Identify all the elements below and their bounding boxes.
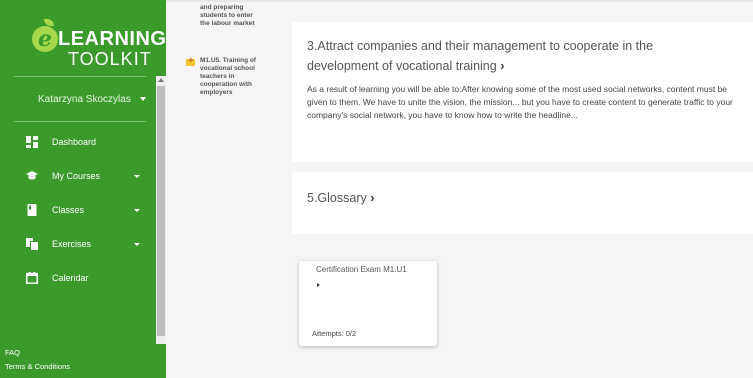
section-title[interactable]: 5.Glossary ›	[307, 188, 374, 208]
dashboard-icon	[26, 136, 38, 148]
graduation-cap-icon	[26, 171, 38, 180]
exam-title[interactable]: Certification Exam M1.U1	[316, 265, 407, 274]
scroll-up-arrow-icon[interactable]	[158, 78, 164, 82]
book-icon	[27, 204, 37, 216]
exam-card[interactable]: Certification Exam M1.U1 Attempts: 0/2	[299, 261, 437, 346]
section-card: 5.Glossary ›	[292, 172, 753, 234]
sidebar-item-my-courses[interactable]: My Courses	[0, 163, 156, 191]
sidebar-item-label: Calendar	[52, 273, 89, 283]
sidebar-divider	[14, 76, 146, 77]
chevron-right-icon[interactable]: ›	[370, 191, 374, 205]
logo-learning-text: LEARNING	[58, 28, 167, 50]
sidebar-item-classes[interactable]: Classes	[0, 197, 156, 225]
terms-link[interactable]: Terms & Conditions	[5, 362, 70, 371]
chevron-down-icon	[134, 175, 140, 178]
sidebar-item-label: Dashboard	[52, 137, 97, 147]
sidebar-divider	[14, 121, 146, 122]
e-logo-icon: e	[32, 26, 58, 52]
add-folder-icon[interactable]	[186, 56, 195, 66]
calendar-icon	[26, 272, 38, 284]
sidebar-item-dashboard[interactable]: Dashboard	[0, 129, 156, 157]
sidebar: e LEARNING TOOLKIT Katarzyna Skoczylas D…	[0, 0, 166, 378]
leaf-icon	[44, 19, 54, 26]
caret-right-icon[interactable]	[317, 283, 320, 287]
chevron-down-icon	[139, 97, 146, 102]
section-description: As a result of learning you will be able…	[307, 84, 733, 120]
chevron-right-icon[interactable]: ›	[500, 59, 504, 73]
faq-link[interactable]: FAQ	[5, 348, 20, 357]
copy-icon	[26, 238, 38, 250]
section-card: 3.Attract companies and their management…	[292, 22, 753, 162]
toc-item-m1-u5[interactable]: M1.U5. Training of vocational school tea…	[200, 57, 256, 97]
toc-column: and preparing students to enter the labo…	[166, 0, 288, 378]
chevron-down-icon	[134, 243, 140, 246]
chevron-down-icon	[134, 209, 140, 212]
logo-toolkit-text: TOOLKIT	[68, 49, 152, 69]
section-title[interactable]: 3.Attract companies and their management…	[307, 36, 653, 76]
sidebar-scrollbar[interactable]	[156, 76, 166, 344]
user-name: Katarzyna Skoczylas	[38, 94, 131, 105]
sidebar-item-label: My Courses	[52, 171, 101, 181]
sidebar-item-label: Classes	[52, 205, 85, 215]
user-menu[interactable]: Katarzyna Skoczylas	[38, 94, 146, 105]
logo[interactable]: e LEARNING TOOLKIT	[30, 19, 166, 72]
toc-previous-item[interactable]: and preparing students to enter the labo…	[200, 4, 255, 28]
sidebar-item-label: Exercises	[52, 239, 92, 249]
exam-attempts: Attempts: 0/2	[312, 329, 357, 338]
sidebar-item-exercises[interactable]: Exercises	[0, 231, 156, 259]
sidebar-item-calendar[interactable]: Calendar	[0, 265, 156, 293]
scrollbar-thumb[interactable]	[157, 86, 165, 336]
